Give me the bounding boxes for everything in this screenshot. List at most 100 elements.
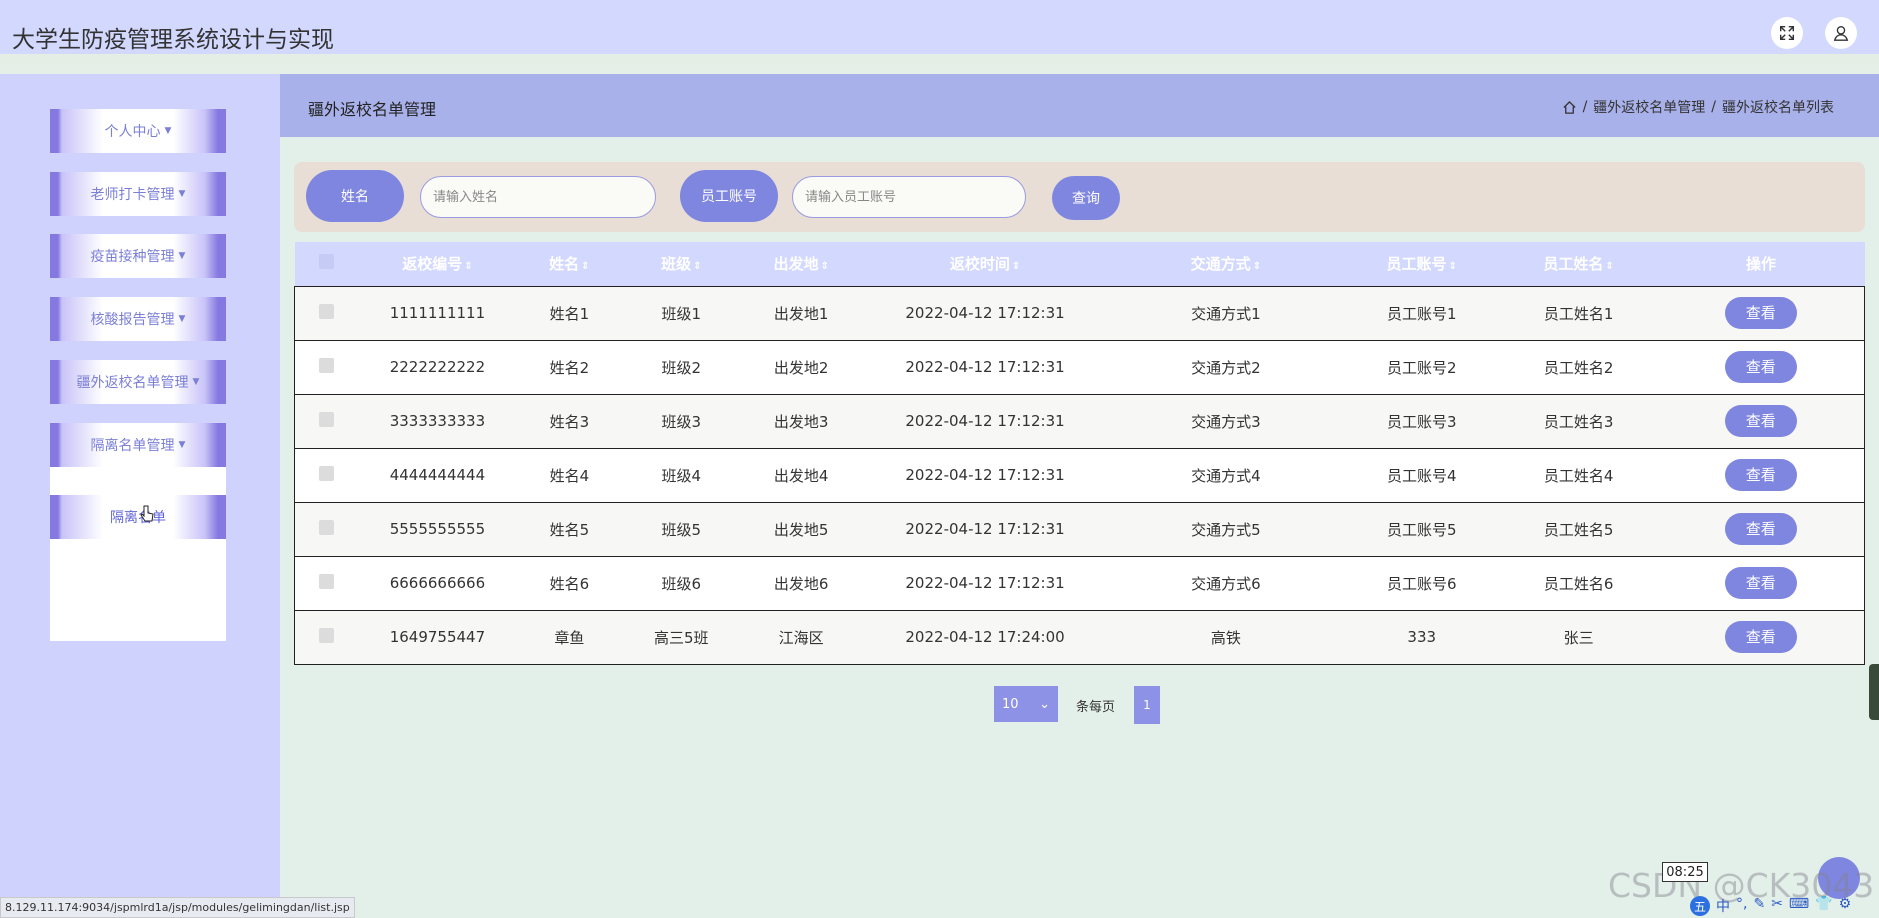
language-indicator[interactable]: 中: [1716, 896, 1730, 916]
column-header[interactable]: 出发地 ⇕: [740, 242, 862, 286]
table-cell: 交通方式4: [1191, 466, 1261, 485]
sort-icon[interactable]: ⇕: [693, 261, 701, 272]
row-checkbox[interactable]: [319, 519, 335, 535]
sort-icon[interactable]: ⇕: [464, 261, 472, 272]
view-button[interactable]: 查看: [1724, 405, 1797, 437]
column-header[interactable]: 返校时间 ⇕: [862, 242, 1108, 286]
select-all-checkbox[interactable]: [318, 254, 334, 270]
table-cell: 2022-04-12 17:12:31: [905, 466, 1065, 484]
skin-icon[interactable]: 👕: [1815, 896, 1832, 916]
table-row: 6666666666 姓名6 班级6 出发地6 2022-04-12 17:12:31 交…: [294, 556, 1865, 610]
table-cell: 交通方式3: [1191, 412, 1261, 431]
hand-cursor-icon: [140, 505, 154, 522]
view-button[interactable]: 查看: [1724, 297, 1797, 329]
side-edge-handle[interactable]: [1869, 664, 1879, 720]
table-cell: 出发地2: [773, 358, 829, 377]
column-header[interactable]: 员工账号 ⇕: [1344, 242, 1500, 286]
table-cell: 班级3: [661, 412, 702, 431]
pen-icon[interactable]: ✎: [1753, 896, 1765, 916]
sidebar-item-personal-center[interactable]: 个人中心 ▼: [50, 109, 226, 153]
table-cell: 交通方式6: [1191, 574, 1261, 593]
table-cell: 姓名3: [549, 412, 590, 431]
sort-icon[interactable]: ⇕: [1605, 261, 1613, 272]
table-cell: 查看: [1658, 610, 1865, 664]
sort-icon[interactable]: ⇕: [1253, 261, 1261, 272]
view-button[interactable]: 查看: [1724, 513, 1797, 545]
select-all-cell: [295, 242, 359, 286]
sidebar-item-nucleic-report[interactable]: 核酸报告管理 ▼: [50, 297, 226, 341]
table-cell: 出发地3: [773, 412, 829, 431]
breadcrumb-item[interactable]: 疆外返校名单管理: [1593, 97, 1705, 117]
sidebar-subitem-quarantine-list[interactable]: 隔离名单: [50, 495, 226, 539]
sort-icon[interactable]: ⇕: [1449, 261, 1457, 272]
sort-icon[interactable]: ⇕: [581, 261, 589, 272]
column-header[interactable]: 交通方式 ⇕: [1108, 242, 1344, 286]
sidebar-item-return-list[interactable]: 疆外返校名单管理 ▼: [50, 360, 226, 404]
caret-down-icon: ▼: [178, 189, 186, 199]
page-title: 疆外返校名单管理: [308, 100, 437, 119]
sidebar-item-label: 核酸报告管理: [90, 312, 175, 328]
sort-icon[interactable]: ⇕: [1012, 261, 1020, 272]
row-checkbox[interactable]: [319, 411, 335, 427]
name-search-input[interactable]: [420, 176, 656, 218]
sidebar-item-label: 老师打卡管理: [90, 187, 175, 203]
sidebar-item-teacher-checkin[interactable]: 老师打卡管理 ▼: [50, 172, 226, 216]
status-url: 8.129.11.174:9034/jspmlrd1a/jsp/modules/…: [0, 897, 355, 918]
account-label: 员工账号: [680, 170, 778, 222]
table-cell: 查看: [1658, 502, 1865, 556]
caret-down-icon: ▼: [178, 440, 186, 450]
table-cell: 江海区: [778, 628, 824, 647]
page-size-select[interactable]: 10 ⌄: [994, 686, 1058, 722]
table-cell: 3333333333: [389, 412, 486, 430]
table-cell: 姓名2: [549, 358, 590, 377]
table-cell: 查看: [1658, 448, 1865, 502]
keyboard-icon[interactable]: ⌨: [1789, 896, 1809, 916]
table-cell: 出发地1: [773, 304, 829, 323]
row-checkbox[interactable]: [319, 627, 335, 643]
breadcrumb-separator: /: [1582, 99, 1588, 115]
table-cell: 姓名6: [549, 574, 590, 593]
column-header[interactable]: 姓名 ⇕: [516, 242, 622, 286]
sidebar-item-label: 隔离名单: [110, 510, 166, 526]
table-row: 1649755447 章鱼 高三5班 江海区 2022-04-12 17:24:00 高铁…: [294, 610, 1865, 664]
view-button[interactable]: 查看: [1724, 621, 1797, 653]
settings-icon[interactable]: ⚙: [1839, 896, 1852, 916]
column-header[interactable]: 员工姓名 ⇕: [1500, 242, 1658, 286]
row-checkbox[interactable]: [319, 357, 335, 373]
table-cell: 高铁: [1210, 628, 1241, 647]
table-cell: 员工账号2: [1386, 358, 1457, 377]
breadcrumb: / 疆外返校名单管理 / 疆外返校名单列表: [1562, 97, 1834, 117]
table-cell: 员工姓名4: [1543, 466, 1614, 485]
sidebar-item-vaccination[interactable]: 疫苗接种管理 ▼: [50, 234, 226, 278]
page-number-button[interactable]: 1: [1134, 686, 1160, 724]
table-cell: 员工姓名3: [1543, 412, 1614, 431]
home-icon[interactable]: [1562, 100, 1577, 115]
view-button[interactable]: 查看: [1724, 459, 1797, 491]
sidebar-item-quarantine[interactable]: 隔离名单管理 ▼: [50, 423, 226, 467]
account-search-input[interactable]: [792, 176, 1026, 218]
view-button[interactable]: 查看: [1724, 351, 1797, 383]
row-checkbox[interactable]: [319, 465, 335, 481]
ime-icon[interactable]: 五: [1690, 896, 1710, 916]
table-cell: 班级5: [661, 520, 702, 539]
table-cell: 员工账号5: [1386, 520, 1457, 539]
table-cell: 4444444444: [389, 466, 486, 484]
table-cell: 2022-04-12 17:12:31: [905, 412, 1065, 430]
column-header[interactable]: 班级 ⇕: [622, 242, 740, 286]
fullscreen-button[interactable]: [1771, 17, 1803, 49]
sort-icon[interactable]: ⇕: [820, 261, 828, 272]
user-button[interactable]: [1825, 17, 1857, 49]
row-select-cell: [295, 448, 359, 502]
main-content: 疆外返校名单管理 / 疆外返校名单管理 / 疆外返校名单列表 姓名 员工账号 查…: [280, 74, 1879, 918]
view-button[interactable]: 查看: [1724, 567, 1797, 599]
sidebar-item-label: 疆外返校名单管理: [76, 375, 189, 391]
row-checkbox[interactable]: [319, 303, 335, 319]
scissors-icon[interactable]: ✂: [1771, 896, 1783, 916]
punctuation-icon[interactable]: °,: [1736, 896, 1747, 916]
query-button[interactable]: 查询: [1052, 176, 1120, 220]
row-checkbox[interactable]: [319, 573, 335, 589]
table-cell: 查看: [1658, 340, 1865, 394]
table-row: 5555555555 姓名5 班级5 出发地5 2022-04-12 17:12:31 交…: [294, 502, 1865, 556]
column-header[interactable]: 返校编号 ⇕: [358, 242, 516, 286]
table-cell: 员工姓名2: [1543, 358, 1614, 377]
